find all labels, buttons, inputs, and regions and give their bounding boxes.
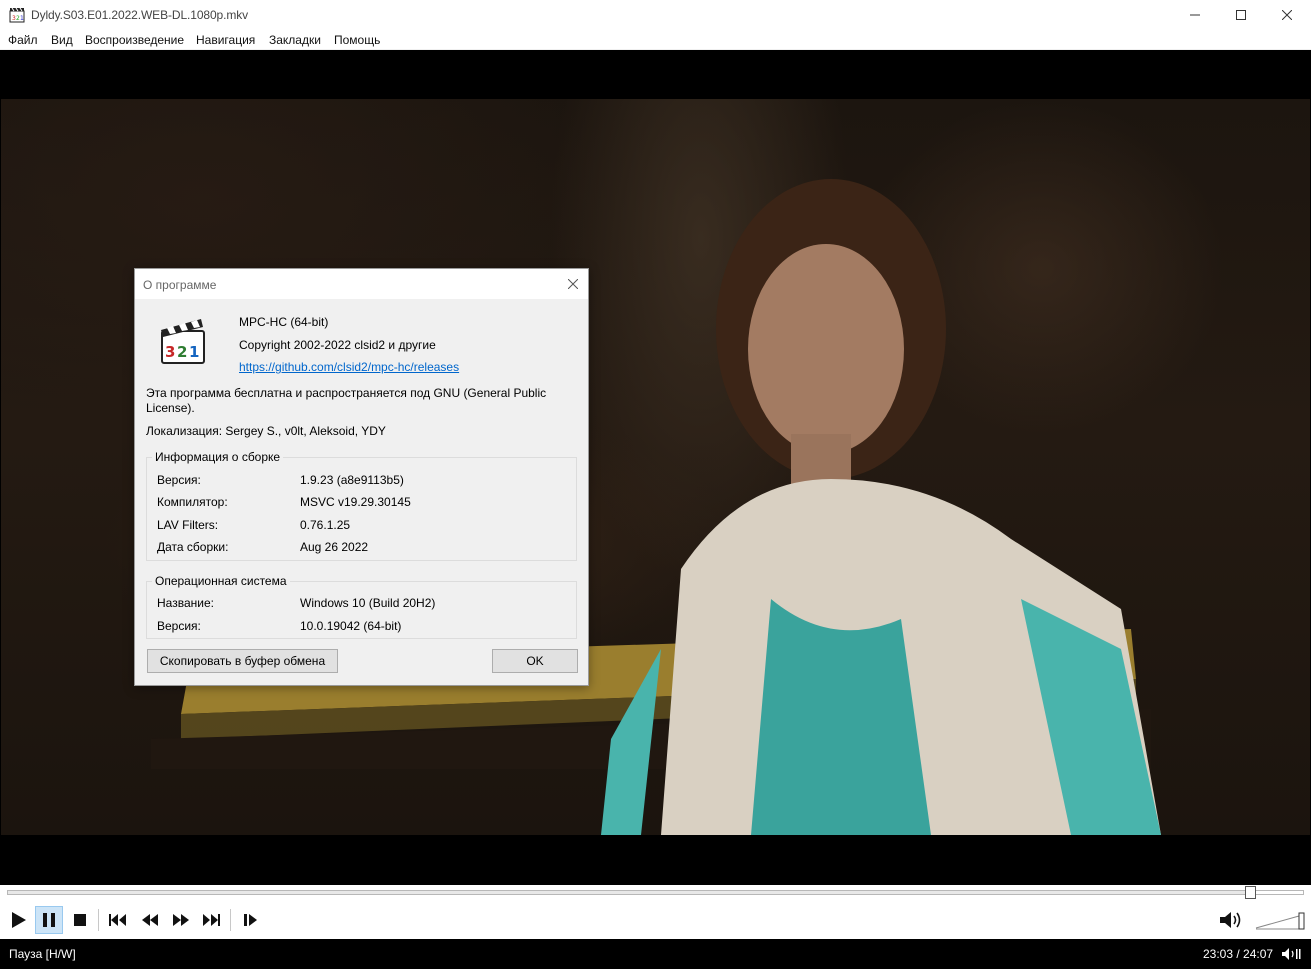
next-button[interactable] [197,906,225,934]
previous-icon [109,914,126,926]
os-info-label: Операционная система [152,574,290,588]
menu-help[interactable]: Помощь [334,33,380,47]
minimize-icon [1190,14,1200,16]
close-button[interactable] [1264,0,1310,30]
playback-status: Пауза [H/W] [9,947,76,961]
about-dialog: О программе 3 2 1 MPC-HC (64-bit) Copyri… [134,268,589,686]
mpc-hc-logo-icon: 3 2 1 [161,319,205,364]
build-date-key: Дата сборки: [157,540,229,554]
seek-bar-progress [8,891,1251,894]
menu-navigate[interactable]: Навигация [196,33,255,47]
os-version-value: 10.0.19042 (64-bit) [300,619,402,633]
rewind-icon [142,914,158,926]
next-icon [203,914,220,926]
audio-status-icon [1282,948,1301,960]
play-icon [12,912,26,928]
lav-filters-key: LAV Filters: [157,518,219,532]
playback-toolbar [0,901,1311,939]
speaker-icon[interactable] [1219,910,1245,930]
status-bar: Пауза [H/W] 23:03 / 24:07 [0,939,1311,969]
build-version-key: Версия: [157,473,201,487]
seek-bar-area [0,885,1311,901]
minimize-button[interactable] [1172,0,1218,30]
localization-text: Локализация: Sergey S., v0lt, Aleksoid, … [146,424,386,438]
maximize-icon [1236,10,1246,20]
fast-forward-icon [173,914,189,926]
pause-button[interactable] [35,906,63,934]
menu-play[interactable]: Воспроизведение [85,33,184,47]
toolbar-separator [98,909,99,931]
seek-thumb[interactable] [1245,886,1257,899]
svg-text:2: 2 [177,343,187,361]
frame-step-icon [244,914,257,926]
title-bar: 3 2 1 Dyldy.S03.E01.2022.WEB-DL.1080p.mk… [0,0,1311,30]
fast-forward-button[interactable] [167,906,195,934]
svg-text:1: 1 [20,15,24,22]
dialog-close-button[interactable] [562,275,584,293]
play-button[interactable] [4,906,32,934]
close-icon [568,279,578,289]
compiler-key: Компилятор: [157,495,228,509]
os-version-key: Версия: [157,619,201,633]
releases-link[interactable]: https://github.com/clsid2/mpc-hc/release… [239,360,459,374]
os-name-key: Название: [157,596,214,610]
copy-to-clipboard-button[interactable]: Скопировать в буфер обмена [147,649,338,673]
build-date-value: Aug 26 2022 [300,540,369,554]
person-scene [601,179,1161,835]
volume-slider[interactable] [1254,909,1306,931]
maximize-button[interactable] [1218,0,1264,30]
svg-text:1: 1 [189,343,199,361]
license-text-line1: Эта программа бесплатна и распространяет… [146,386,547,400]
dialog-title: О программе [143,278,217,292]
product-name: MPC-HC (64-bit) [239,315,329,329]
copyright-text: Copyright 2002-2022 clsid2 и другие [239,338,436,352]
menu-view[interactable]: Вид [51,33,73,47]
frame-step-button[interactable] [237,906,265,934]
compiler-value: MSVC v19.29.30145 [300,495,411,509]
ok-button[interactable]: OK [492,649,578,673]
svg-text:3: 3 [165,343,175,361]
menu-favorites[interactable]: Закладки [269,33,321,47]
build-version-value: 1.9.23 (a8e9113b5) [300,473,404,487]
toolbar-separator [230,909,231,931]
build-info-label: Информация о сборке [152,450,284,464]
time-display: 23:03 / 24:07 [1203,947,1274,961]
window-title: Dyldy.S03.E01.2022.WEB-DL.1080p.mkv [31,8,249,22]
previous-button[interactable] [104,906,132,934]
rewind-button[interactable] [136,906,164,934]
stop-icon [74,914,86,926]
license-text-line2: License). [146,401,195,415]
close-icon [1282,10,1292,20]
stop-button[interactable] [66,906,94,934]
menu-bar: Файл Вид Воспроизведение Навигация Закла… [0,30,1311,50]
pause-icon [43,913,55,927]
mpc-hc-app-icon: 3 2 1 [9,7,25,23]
dialog-title-bar: О программе [135,269,588,299]
menu-file[interactable]: Файл [8,33,38,47]
lav-filters-value: 0.76.1.25 [300,518,351,532]
os-name-value: Windows 10 (Build 20H2) [300,596,436,610]
